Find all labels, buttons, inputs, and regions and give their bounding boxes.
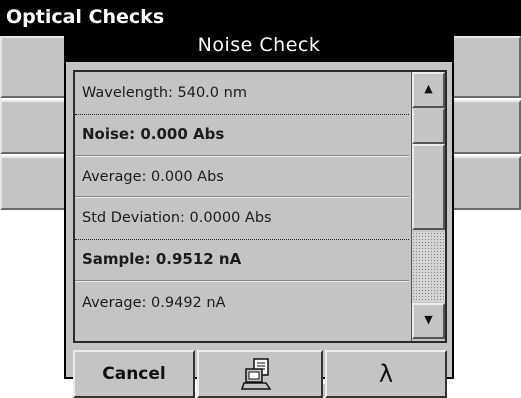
cancel-button[interactable]: Cancel xyxy=(73,350,195,398)
background-button-2[interactable] xyxy=(0,100,70,154)
row-sample-average: Average: 0.9492 nA xyxy=(82,295,226,311)
results-list: Wavelength: 540.0 nm Noise: 0.000 Abs Av… xyxy=(73,70,447,343)
row-wavelength: Wavelength: 540.0 nm xyxy=(82,85,247,101)
background-button-6[interactable] xyxy=(452,156,521,210)
dialog-title: Noise Check xyxy=(66,28,452,62)
background-button-1[interactable] xyxy=(0,36,70,98)
results-rows: Wavelength: 540.0 nm Noise: 0.000 Abs Av… xyxy=(75,72,409,341)
noise-check-dialog: Noise Check Wavelength: 540.0 nm Noise: … xyxy=(64,26,454,398)
cancel-button-label: Cancel xyxy=(102,364,166,384)
row-separator xyxy=(75,156,409,157)
scroll-up-button[interactable]: ▲ xyxy=(412,72,445,108)
row-std-deviation: Std Deviation: 0.0000 Abs xyxy=(82,210,272,226)
dialog-button-row: Cancel λ xyxy=(73,350,447,398)
background-button-4[interactable] xyxy=(452,36,521,98)
print-button[interactable] xyxy=(197,350,323,398)
results-scrollbar[interactable]: ▲ ▼ xyxy=(411,72,445,341)
up-arrow-icon: ▲ xyxy=(424,82,433,95)
row-noise: Noise: 0.000 Abs xyxy=(82,125,225,143)
wavelength-button[interactable]: λ xyxy=(325,350,447,398)
lambda-icon: λ xyxy=(378,360,394,388)
scroll-down-button[interactable]: ▼ xyxy=(412,303,445,339)
scrollbar-thumb[interactable] xyxy=(412,144,445,230)
printer-computer-icon xyxy=(240,358,272,390)
row-noise-average: Average: 0.000 Abs xyxy=(82,169,224,185)
background-window-title: Optical Checks xyxy=(6,6,165,28)
row-sample: Sample: 0.9512 nA xyxy=(82,250,242,268)
background-button-5[interactable] xyxy=(452,100,521,154)
row-separator xyxy=(75,197,409,198)
down-arrow-icon: ▼ xyxy=(424,313,433,326)
scrollbar-segment[interactable] xyxy=(412,108,445,144)
background-button-3[interactable] xyxy=(0,156,70,210)
scrollbar-track[interactable] xyxy=(412,232,445,302)
row-separator xyxy=(75,281,409,282)
